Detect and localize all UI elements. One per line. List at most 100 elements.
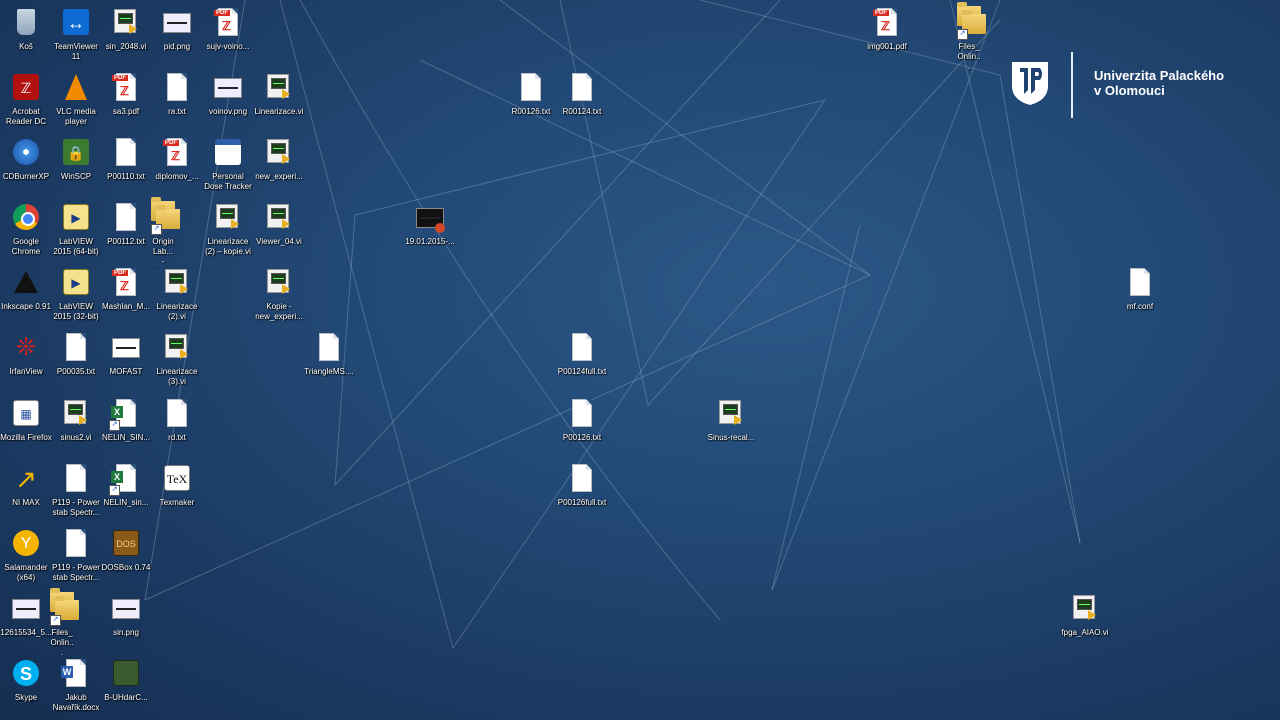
excel-file-icon: ↗ (109, 462, 143, 496)
desktop-icon-ratxt[interactable]: ra.txt (151, 71, 203, 117)
text-file-icon (514, 71, 548, 105)
desktop-icon-inkscape[interactable]: Inkscape 0.91 (0, 266, 52, 312)
desktop-icon-lin2kopie[interactable]: Linearizace (2) – kopie.vi (202, 201, 254, 257)
desktop-icon-sa3[interactable]: PDF ℤ sa3.pdf (100, 71, 152, 117)
desktop-icon-p00126[interactable]: P00126.txt (556, 397, 608, 443)
desktop-icon-acrobat[interactable]: ℤ Acrobat Reader DC (0, 71, 52, 127)
desktop-icon-mfconf[interactable]: mf.conf (1114, 266, 1166, 312)
desktop-icon-label: rd.txt (168, 433, 186, 442)
desktop-icon-diplomov[interactable]: PDF ℤ diplomov_... (151, 136, 203, 182)
desktop-icon-teamviewer[interactable]: ↔ TeamViewer 11 (50, 6, 102, 62)
desktop-icon-kos[interactable]: Koš (0, 6, 52, 52)
desktop-icon-dosbox[interactable]: DOS DOSBox 0.74 (100, 527, 152, 573)
desktop-icon-nelin1[interactable]: ↗ NELIN_SIN... (100, 397, 152, 443)
desktop-icon-nimax[interactable]: ↗ NI MAX (0, 462, 52, 508)
game-icon (109, 657, 143, 691)
university-name-line1: Univerzita Palackého (1094, 68, 1225, 83)
desktop-icon-p119b[interactable]: P119 - Power stab Spectr... (50, 527, 102, 583)
desktop-icon-mashlan[interactable]: PDF ℤ Mashlan_M... (100, 266, 152, 312)
desktop-icon-filesonline1[interactable]: ↗ Files_Onlin... (50, 588, 79, 657)
desktop-icon-winscp[interactable]: 🔒 WinSCP (50, 136, 102, 182)
chrome-icon (9, 201, 43, 235)
desktop-icon-mofast[interactable]: MOFAST (100, 331, 152, 377)
desktop-icon-p00035[interactable]: P00035.txt (50, 331, 102, 377)
desktop-icon-img001[interactable]: PDF ℤ img001.pdf (861, 6, 913, 52)
text-file-icon (160, 397, 194, 431)
folder-icon: ↗ (50, 592, 84, 626)
word-file-icon (59, 657, 93, 691)
desktop-icon-sujv[interactable]: PDF ℤ sujv-voino... (202, 6, 254, 52)
desktop-icon-nelin2[interactable]: ↗ NELIN_sin... (100, 462, 152, 508)
text-file-icon (1123, 266, 1157, 300)
desktop-icon-label: Viewer_04.vi (256, 237, 302, 246)
desktop-icon-newexp[interactable]: new_experi... (253, 136, 305, 182)
desktop-icon-label: IrfanView (9, 367, 43, 376)
desktop-icon-fpga[interactable]: fpga_AIAO.vi (1059, 592, 1111, 638)
teamviewer-icon: ↔ (59, 6, 93, 40)
desktop-icon-sinpng[interactable]: sin.png (100, 592, 152, 638)
desktop-icon-label: B-UHdarC... (104, 693, 148, 702)
text-file-icon (565, 462, 599, 496)
desktop-icon-sinus2[interactable]: sinus2.vi (50, 397, 102, 443)
desktop-icon-label: R00124.txt (562, 107, 602, 116)
desktop-icon-firefox[interactable]: ▦ Mozilla Firefox (0, 397, 52, 443)
desktop-icon-buhdarc[interactable]: B-UHdarC... (100, 657, 152, 703)
desktop-icon-p00124full[interactable]: P00124full.txt (556, 331, 608, 377)
desktop-icon-dose[interactable]: Personal Dose Tracker (202, 136, 254, 192)
desktop-icon-pidpng[interactable]: pid.png (151, 6, 203, 52)
labview-vi-icon (1068, 592, 1102, 626)
desktop-icon-r00124[interactable]: R00124.txt (556, 71, 608, 117)
desktop-icon-salamander[interactable]: Y Salamander (x64) (0, 527, 52, 583)
text-file-icon (59, 527, 93, 561)
recycle-bin-icon (9, 6, 43, 40)
text-file-icon (109, 201, 143, 235)
desktop-icon-filesonline2[interactable]: ↗ Files_Onlin... (957, 2, 986, 71)
desktop-icon-label: LabVIEW 2015 (32-bit) (53, 302, 99, 321)
desktop-icon-label: Skype (14, 693, 38, 702)
desktop-icon-jakub[interactable]: Jakub Navařík.docx (50, 657, 102, 713)
desktop-icon-label: sinus2.vi (60, 433, 92, 442)
desktop-icon-label: MOFAST (109, 367, 143, 376)
desktop-icon-texmaker[interactable]: TeX Texmaker (151, 462, 203, 508)
desktop-icon-label: Personal Dose Tracker (204, 172, 252, 191)
desktop-icon-triangle[interactable]: TriangleMS.... (303, 331, 355, 377)
desktop-icon-rdtxt[interactable]: rd.txt (151, 397, 203, 443)
desktop-icon-lin2[interactable]: Linearizace (2).vi (151, 266, 203, 322)
desktop-icon-lin1[interactable]: Linearizace.vi (253, 71, 305, 117)
winscp-icon: 🔒 (59, 136, 93, 170)
desktop-icon-irfan[interactable]: ❊ IrfanView (0, 331, 52, 377)
desktop-icon-voinov[interactable]: voinov.png (202, 71, 254, 117)
desktop-icon-label: sujv-voino... (206, 42, 250, 51)
desktop-icon-p00112[interactable]: P00112.txt (100, 201, 152, 247)
image-file-icon (109, 592, 143, 626)
desktop-icon-label: Inkscape 0.91 (1, 302, 51, 311)
desktop-icon-chrome[interactable]: Google Chrome (0, 201, 52, 257)
desktop-icon-viewer04[interactable]: Viewer_04.vi (253, 201, 305, 247)
desktop-icon-label: Acrobat Reader DC (5, 107, 46, 126)
desktop-icon-label: Files_Onlin... (957, 42, 981, 71)
desktop-icon-label: TriangleMS.... (304, 367, 354, 376)
desktop-icon-lv32[interactable]: ▶ LabVIEW 2015 (32-bit) (50, 266, 102, 322)
desktop-icon-lv64[interactable]: ▶ LabVIEW 2015 (64-bit) (50, 201, 102, 257)
desktop-icon-skype[interactable]: S Skype (0, 657, 52, 703)
pdf-file-icon: PDF ℤ (109, 71, 143, 105)
desktop-icon-p119a[interactable]: P119 - Power stab Spectr... (50, 462, 102, 518)
desktop-icon-lin3[interactable]: Linearizace (3).vi (151, 331, 203, 387)
desktop-icon-p00126full[interactable]: P00126full.txt (556, 462, 608, 508)
desktop-icon-p00110[interactable]: P00110.txt (100, 136, 152, 182)
desktop-icon-label: P00035.txt (56, 367, 96, 376)
desktop-icon-r00126[interactable]: R00126.txt (505, 71, 557, 117)
desktop-icon-label: diplomov_... (155, 172, 199, 181)
labview-vi-icon (262, 266, 296, 300)
desktop-icon-sin2048[interactable]: sin_2048.vi (100, 6, 152, 52)
desktop-icon-label: NELIN_SIN... (101, 433, 150, 442)
desktop-icon-img12615[interactable]: 12615534_5... (0, 592, 52, 638)
desktop-icon-label: sa3.pdf (112, 107, 140, 116)
desktop-icon-vlc[interactable]: VLC media player (50, 71, 102, 127)
pdf-file-icon: PDF ℤ (109, 266, 143, 300)
desktop-icon-sinusrecal[interactable]: Sinus-recal... (705, 397, 757, 443)
desktop-icon-ppt19[interactable]: 19.01.2015-... (404, 201, 456, 247)
desktop-icon-cdburner[interactable]: CDBurnerXP (0, 136, 52, 182)
desktop-icon-originlab[interactable]: ↗OriginLab... - Rocky_45 ... (151, 197, 180, 268)
desktop-icon-kopienew[interactable]: Kopie - new_experi... (253, 266, 305, 322)
